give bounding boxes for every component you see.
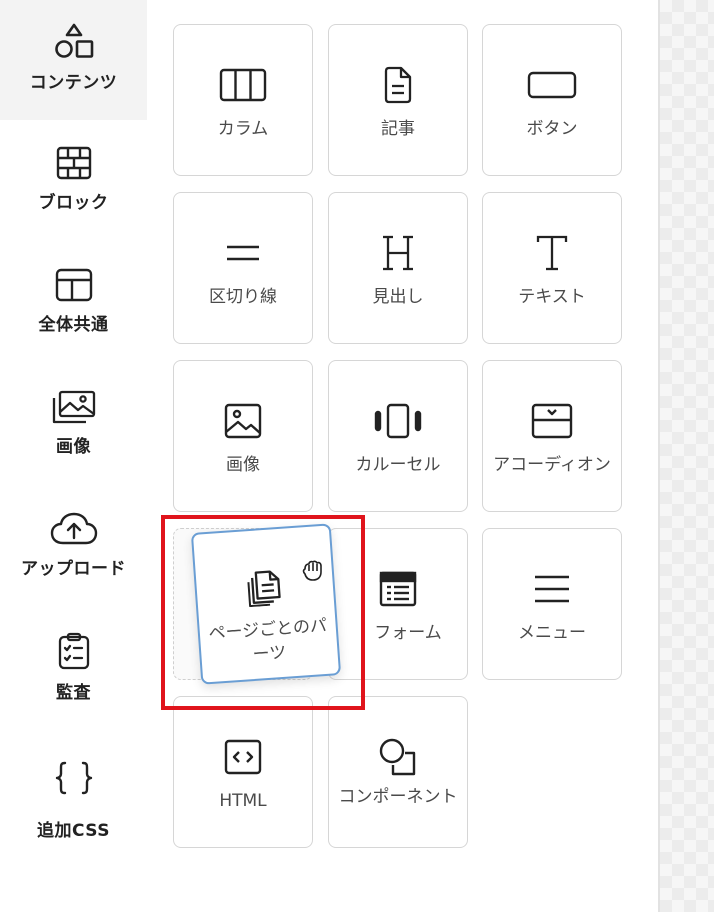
menu-icon xyxy=(532,569,572,609)
heading-icon xyxy=(380,233,416,273)
braces-icon xyxy=(54,760,94,796)
cloud-upload-icon xyxy=(50,512,98,546)
sidebar-item-custom-css[interactable]: 追加CSS xyxy=(0,760,147,850)
sidebar: コンテンツ ブロック 全体共通 画像 アップロード 監査 追加CSS xyxy=(0,0,147,912)
block-card-menu[interactable]: メニュー xyxy=(482,528,622,680)
text-icon xyxy=(535,233,569,273)
block-card-image[interactable]: 画像 xyxy=(173,360,313,512)
highlight-box xyxy=(161,515,365,710)
sidebar-item-contents[interactable]: コンテンツ xyxy=(0,0,147,120)
card-label: 見出し xyxy=(372,287,424,307)
columns-icon xyxy=(219,65,267,105)
divider-icon xyxy=(225,233,261,273)
code-icon xyxy=(224,737,262,777)
card-label: HTML xyxy=(219,791,267,811)
sidebar-item-common[interactable]: 全体共通 xyxy=(0,268,147,348)
block-card-carousel[interactable]: カルーセル xyxy=(328,360,468,512)
brick-wall-icon xyxy=(56,146,92,180)
sidebar-item-audit[interactable]: 監査 xyxy=(0,632,147,712)
block-card-accordion[interactable]: アコーディオン xyxy=(482,360,622,512)
card-label: コンポーネント xyxy=(338,787,458,807)
card-label: ボタン xyxy=(526,119,578,139)
card-label: アコーディオン xyxy=(493,455,611,475)
sidebar-item-label: 全体共通 xyxy=(38,315,109,335)
accordion-icon xyxy=(531,401,573,441)
image-icon xyxy=(224,401,262,441)
card-label: 画像 xyxy=(226,455,260,475)
shapes-icon xyxy=(53,22,95,60)
block-card-component[interactable]: コンポーネント xyxy=(328,696,468,848)
card-label: 記事 xyxy=(381,119,415,139)
layout-icon xyxy=(55,268,93,302)
card-label: メニュー xyxy=(518,623,586,643)
sidebar-item-label: ブロック xyxy=(38,193,109,213)
clipboard-check-icon xyxy=(57,632,91,670)
component-icon xyxy=(378,737,418,777)
document-icon xyxy=(383,65,413,105)
block-card-button[interactable]: ボタン xyxy=(482,24,622,176)
block-card-heading[interactable]: 見出し xyxy=(328,192,468,344)
sidebar-item-label: 追加CSS xyxy=(36,821,110,841)
sidebar-item-images[interactable]: 画像 xyxy=(0,390,147,470)
block-card-text[interactable]: テキスト xyxy=(482,192,622,344)
block-card-article[interactable]: 記事 xyxy=(328,24,468,176)
sidebar-item-upload[interactable]: アップロード xyxy=(0,512,147,592)
card-label: 区切り線 xyxy=(209,287,277,307)
carousel-icon xyxy=(373,401,423,441)
sidebar-item-label: 画像 xyxy=(56,437,91,457)
sidebar-item-label: 監査 xyxy=(56,683,91,703)
canvas-edge xyxy=(660,0,714,912)
card-label: カルーセル xyxy=(355,455,441,475)
sidebar-item-label: アップロード xyxy=(21,559,126,579)
sidebar-item-label: コンテンツ xyxy=(29,73,118,93)
block-card-html[interactable]: HTML xyxy=(173,696,313,848)
images-icon xyxy=(52,390,96,424)
card-label: テキスト xyxy=(518,287,586,307)
block-card-columns[interactable]: カラム xyxy=(173,24,313,176)
card-label: カラム xyxy=(217,119,269,139)
block-card-divider[interactable]: 区切り線 xyxy=(173,192,313,344)
sidebar-item-blocks[interactable]: ブロック xyxy=(0,146,147,226)
form-icon xyxy=(379,569,417,609)
button-icon xyxy=(527,65,577,105)
